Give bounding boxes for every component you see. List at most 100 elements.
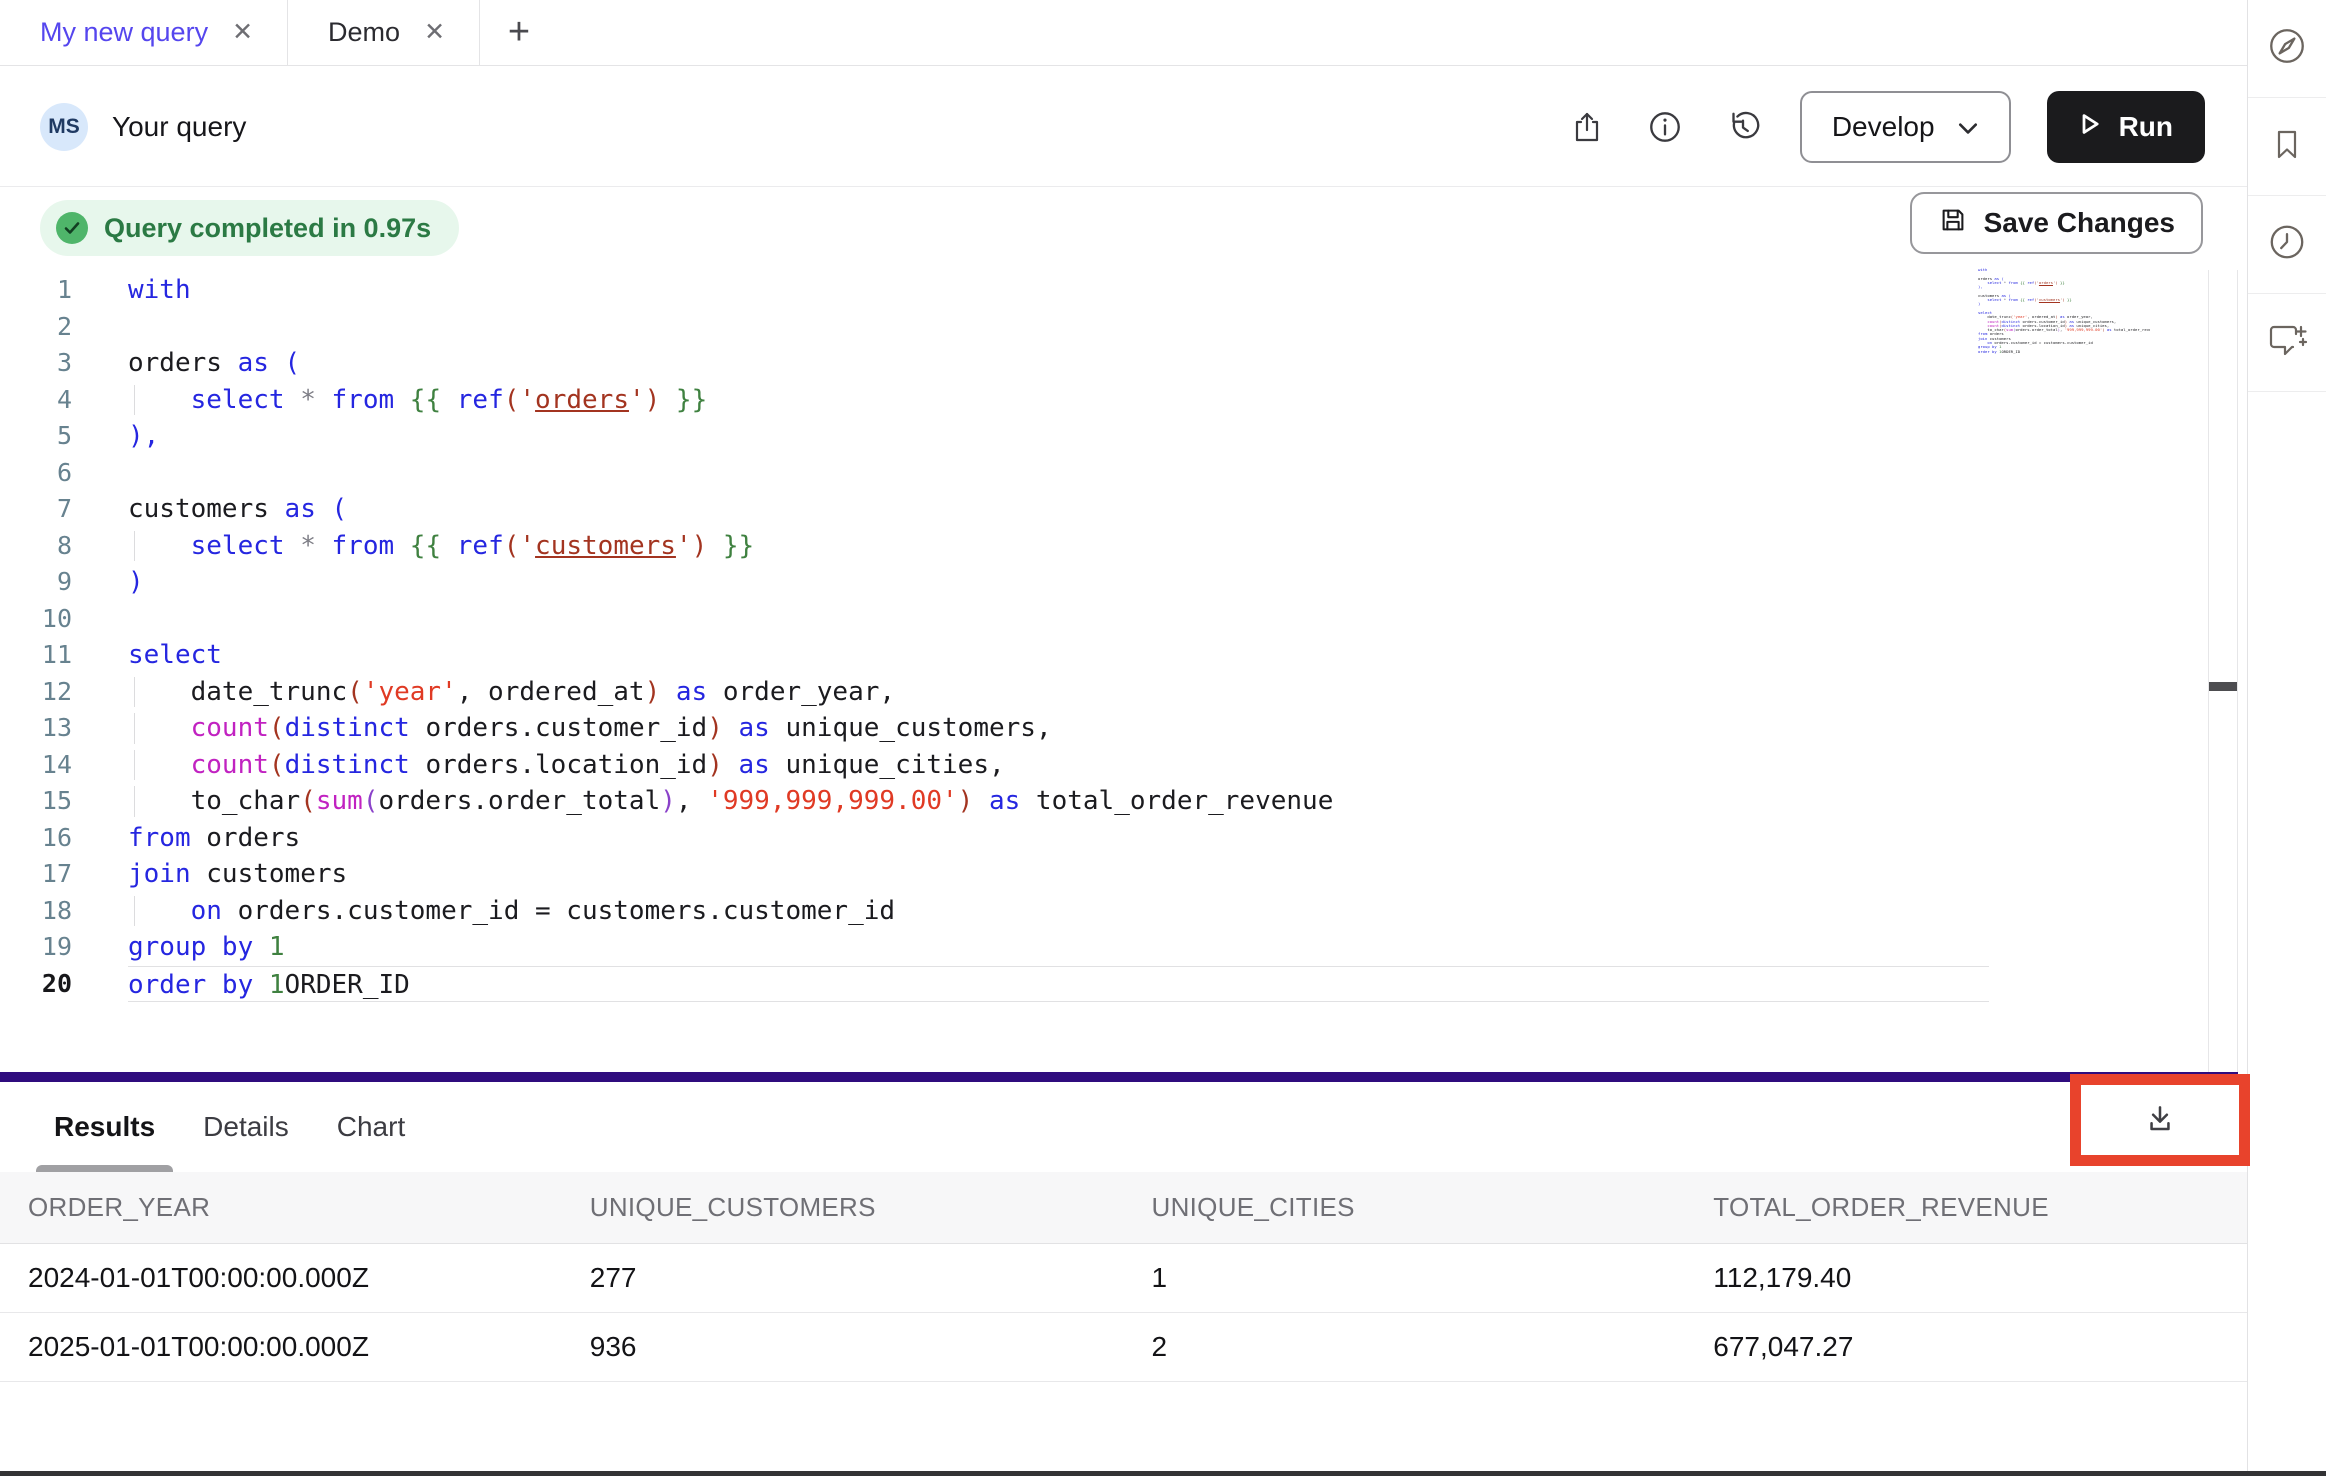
- query-ide-window: My new query✕Demo✕ + MS Your query Devel…: [0, 0, 2326, 1476]
- line-number: 10: [0, 601, 72, 638]
- code-line-text: select: [128, 637, 1989, 674]
- sidebar-compass-button[interactable]: [2248, 0, 2326, 98]
- close-icon[interactable]: ✕: [424, 20, 445, 45]
- sidebar-clock-button[interactable]: [2248, 196, 2326, 294]
- table-cell: 2024-01-01T00:00:00.000Z: [0, 1262, 562, 1294]
- table-cell: 277: [562, 1262, 1124, 1294]
- line-number: 18: [0, 893, 72, 930]
- results-panel-tabs: Results Details Chart: [0, 1082, 2247, 1172]
- develop-dropdown[interactable]: Develop: [1800, 91, 2011, 163]
- sidebar-ai-chat-button[interactable]: [2248, 294, 2326, 392]
- code-line-text: order by 1ORDER_ID: [1978, 350, 2150, 354]
- table-cell: 112,179.40: [1685, 1262, 2247, 1294]
- code-line-10: 10: [0, 601, 2247, 638]
- code-line-text: select * from {{ ref('orders') }}: [128, 382, 1989, 419]
- column-header-total_order_revenue: TOTAL_ORDER_REVENUE: [1685, 1192, 2247, 1223]
- line-number: 6: [0, 455, 72, 492]
- query-tab-bar: My new query✕Demo✕ +: [0, 0, 2247, 66]
- code-line-text: group by 1: [128, 929, 1989, 966]
- code-line-text: ): [128, 564, 1989, 601]
- code-line-text: ),: [128, 418, 1989, 455]
- line-number: 17: [0, 856, 72, 893]
- code-line-13: 13 count(distinct orders.customer_id) as…: [0, 710, 2247, 747]
- line-number: 20: [0, 966, 72, 1003]
- download-icon: [2141, 1100, 2179, 1141]
- sql-code-editor[interactable]: 1with23orders as (4 select * from {{ ref…: [0, 272, 2247, 1002]
- download-results-button[interactable]: [2130, 1090, 2190, 1150]
- indent-guide: [134, 385, 135, 416]
- results-table: ORDER_YEARUNIQUE_CUSTOMERSUNIQUE_CITIEST…: [0, 1172, 2247, 1382]
- code-line-text: order by 1ORDER_ID: [128, 966, 1989, 1003]
- editor-right-gutter: [2208, 270, 2238, 1072]
- panel-tab-details[interactable]: Details: [203, 1082, 289, 1172]
- code-line-text: customers as (: [128, 491, 1989, 528]
- line-number: 9: [0, 564, 72, 601]
- code-line-7: 7 customers as (: [0, 491, 2247, 528]
- sidebar-bookmark-button[interactable]: [2248, 98, 2326, 196]
- run-label: Run: [2119, 111, 2173, 143]
- line-number: 15: [0, 783, 72, 820]
- panel-tab-chart[interactable]: Chart: [337, 1082, 405, 1172]
- results-table-body: 2024-01-01T00:00:00.000Z2771112,179.4020…: [0, 1244, 2247, 1382]
- indent-guide: [134, 750, 135, 781]
- line-number: 4: [0, 382, 72, 419]
- query-header: MS Your query Develop Run: [0, 67, 2247, 187]
- column-header-unique_customers: UNIQUE_CUSTOMERS: [562, 1192, 1124, 1223]
- code-line-text: select * from {{ ref('customers') }}: [128, 528, 1989, 565]
- history-icon[interactable]: [1722, 106, 1764, 148]
- line-number: 16: [0, 820, 72, 857]
- column-header-order_year: ORDER_YEAR: [0, 1192, 562, 1223]
- code-line-20: order by 1ORDER_ID: [1978, 350, 2150, 354]
- code-line-9: 9): [0, 564, 2247, 601]
- line-number: 7: [0, 491, 72, 528]
- page-title: Your query: [112, 111, 246, 143]
- line-number: 2: [0, 309, 72, 346]
- window-bottom-edge: [0, 1471, 2326, 1476]
- code-line-17: 17 join customers: [0, 856, 2247, 893]
- panel-tab-results[interactable]: Results: [54, 1082, 155, 1172]
- right-sidebar: [2247, 0, 2326, 1476]
- close-icon[interactable]: ✕: [232, 20, 253, 45]
- save-changes-button[interactable]: Save Changes: [1910, 192, 2203, 254]
- line-number: 11: [0, 637, 72, 674]
- code-line-text: count(distinct orders.customer_id) as un…: [128, 710, 1989, 747]
- code-line-text: from orders: [128, 820, 1989, 857]
- results-table-header: ORDER_YEARUNIQUE_CUSTOMERSUNIQUE_CITIEST…: [0, 1172, 2247, 1244]
- code-line-15: 15 to_char(sum(orders.order_total), '999…: [0, 783, 2247, 820]
- code-line-11: 11 select: [0, 637, 2247, 674]
- code-line-2: 2: [0, 309, 2247, 346]
- table-cell: 2025-01-01T00:00:00.000Z: [0, 1331, 562, 1363]
- query-status-badge: Query completed in 0.97s: [40, 200, 459, 256]
- compass-icon: [2266, 25, 2308, 72]
- indent-guide: [134, 531, 135, 562]
- info-icon[interactable]: [1644, 106, 1686, 148]
- results-panel-divider[interactable]: [0, 1072, 2238, 1082]
- code-line-1: 1with: [0, 272, 2247, 309]
- tabs-container: My new query✕Demo✕: [0, 0, 480, 65]
- tab-demo[interactable]: Demo✕: [288, 0, 480, 65]
- table-cell: 677,047.27: [1685, 1331, 2247, 1363]
- header-icon-buttons: [1566, 106, 1764, 148]
- editor-minimap[interactable]: withorders as ( select * from {{ ref('or…: [1978, 268, 2150, 360]
- code-line-4: 4 select * from {{ ref('orders') }}: [0, 382, 2247, 419]
- code-line-text: [128, 309, 1989, 346]
- query-status-text: Query completed in 0.97s: [104, 213, 431, 244]
- header-actions: Develop Run: [1566, 91, 2205, 163]
- code-line-text: join customers: [128, 856, 1989, 893]
- code-line-16: 16 from orders: [0, 820, 2247, 857]
- code-line-text: count(distinct orders.location_id) as un…: [128, 747, 1989, 784]
- code-line-text: [128, 455, 1989, 492]
- code-line-19: 19group by 1: [0, 929, 2247, 966]
- indent-guide: [134, 896, 135, 927]
- tab-my-new-query[interactable]: My new query ✕: [0, 0, 288, 65]
- code-line-18: 18 on orders.customer_id = customers.cus…: [0, 893, 2247, 930]
- tab-label: My new query: [40, 17, 208, 48]
- share-icon[interactable]: [1566, 106, 1608, 148]
- code-line-text: orders as (: [128, 345, 1989, 382]
- indent-guide: [134, 713, 135, 744]
- code-line-text: date_trunc('year', ordered_at) as order_…: [128, 674, 1989, 711]
- run-button[interactable]: Run: [2047, 91, 2205, 163]
- new-tab-button[interactable]: +: [480, 0, 558, 65]
- panel-resize-handle[interactable]: [2209, 682, 2237, 691]
- clock-icon: [2266, 221, 2308, 268]
